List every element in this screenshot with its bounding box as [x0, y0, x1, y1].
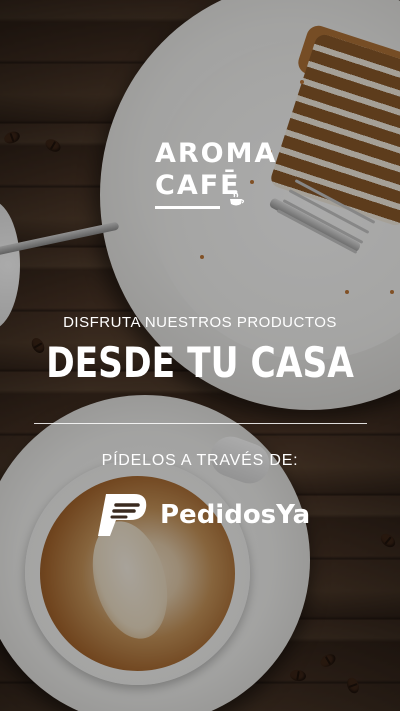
pedidosya-wordmark: PedidosYa	[160, 500, 311, 530]
promo-headline: DESDE TU CASA	[46, 338, 354, 387]
pedidosya-logo-icon	[98, 494, 147, 536]
aroma-cafe-logo: AROMA CAFĒ	[155, 138, 278, 209]
logo-line-1: AROMA	[155, 138, 278, 169]
logo-underline	[155, 206, 220, 209]
promo-poster: AROMA CAFĒ DISFRUTA NUESTROS PRODUCTOS D…	[0, 0, 400, 711]
divider	[34, 423, 367, 424]
logo-line-2: CAFĒ	[155, 170, 241, 201]
promo-subtitle: DISFRUTA NUESTROS PRODUCTOS	[63, 314, 337, 331]
order-cta-text: PÍDELOS A TRAVÉS DE:	[101, 452, 299, 469]
coffee-cup-steam-icon	[230, 190, 245, 206]
pedidosya-brand[interactable]: PedidosYa	[96, 490, 310, 540]
